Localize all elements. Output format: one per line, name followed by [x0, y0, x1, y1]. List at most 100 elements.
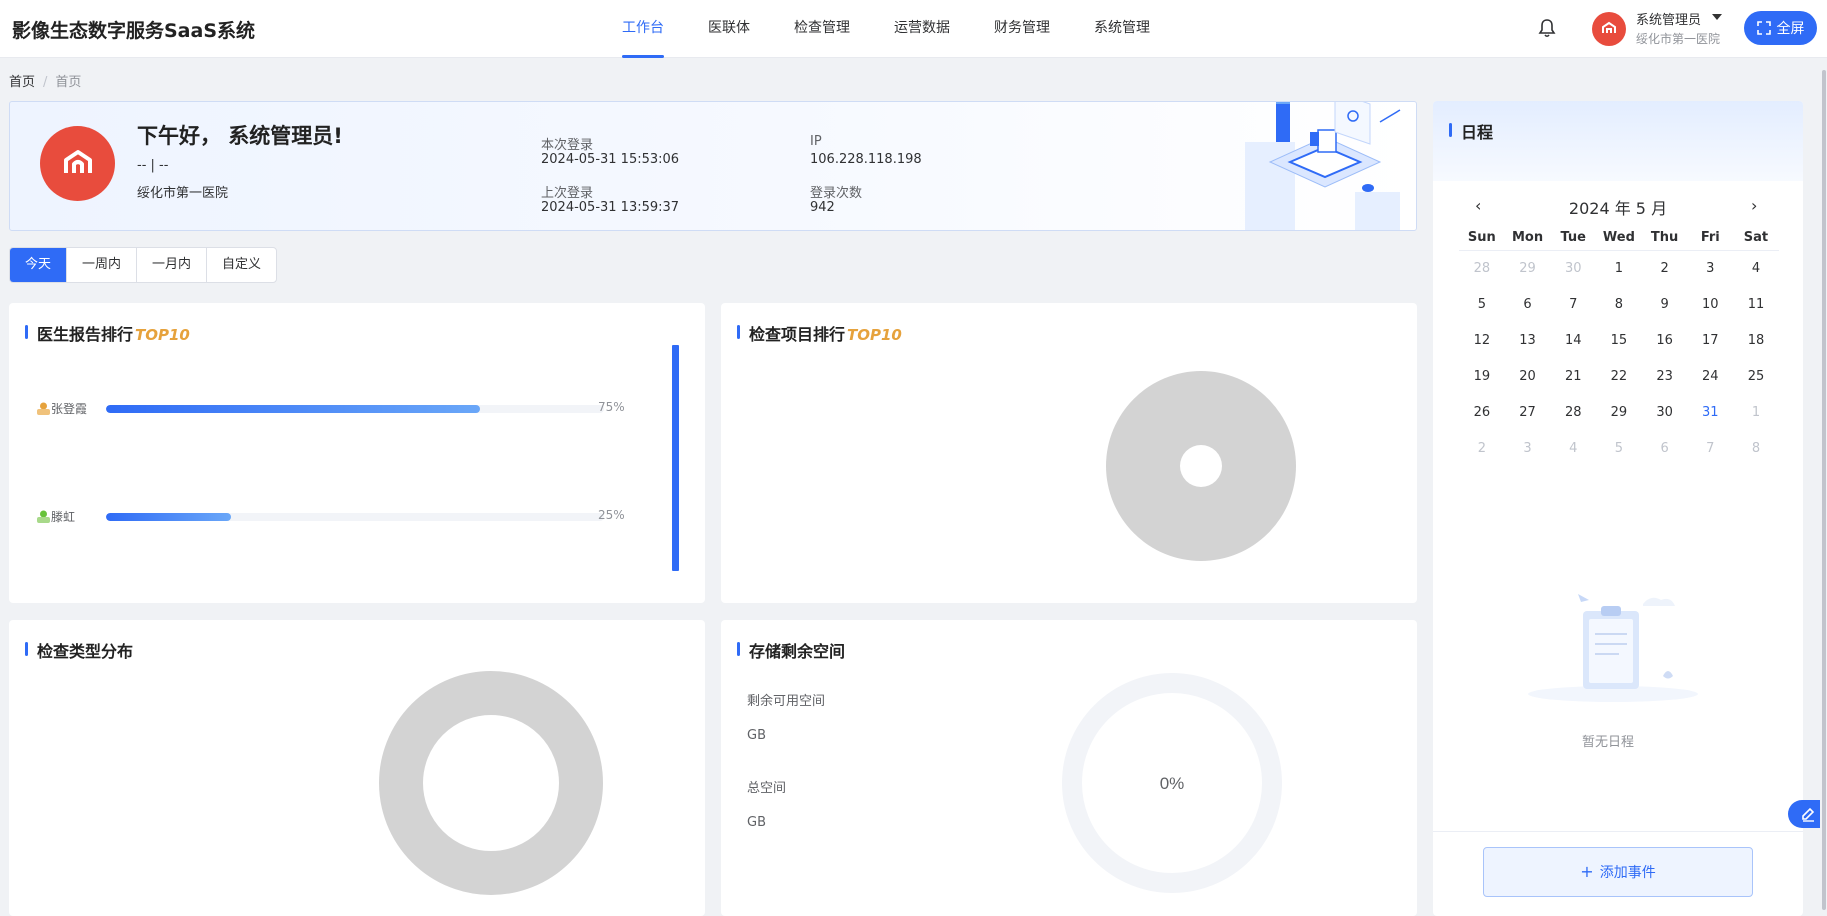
breadcrumb-root[interactable]: 首页 — [9, 75, 35, 90]
greeting: 下午好， 系统管理员! — [137, 124, 343, 148]
nav-item-finance[interactable]: 财务管理 — [972, 0, 1072, 58]
bell-icon[interactable] — [1536, 17, 1558, 39]
calendar-day[interactable]: 30 — [1550, 251, 1596, 287]
calendar-day[interactable]: 22 — [1596, 359, 1642, 395]
calendar-day[interactable]: 10 — [1687, 287, 1733, 323]
calendar-day[interactable]: 28 — [1550, 395, 1596, 431]
calendar-day[interactable]: 12 — [1459, 323, 1505, 359]
calendar-day[interactable]: 23 — [1642, 359, 1688, 395]
calendar-day[interactable]: 4 — [1733, 251, 1779, 287]
list-item[interactable]: 滕虹 25% — [36, 507, 625, 527]
calendar-day[interactable]: 24 — [1687, 359, 1733, 395]
hospital-logo — [40, 126, 115, 201]
calendar-day[interactable]: 6 — [1505, 287, 1551, 323]
tab-custom[interactable]: 自定义 — [207, 248, 276, 282]
calendar-day[interactable]: 2 — [1642, 251, 1688, 287]
doctor-icon — [37, 402, 50, 415]
weekday-label: Tue — [1560, 230, 1586, 245]
page-scrollbar[interactable] — [1822, 70, 1826, 910]
nav-item-workbench[interactable]: 工作台 — [600, 0, 686, 58]
calendar-day[interactable]: 26 — [1459, 395, 1505, 431]
storage-panel: 存储剩余空间 剩余可用空间 GB 总空间 GB 0% — [721, 620, 1417, 916]
doctor-name: 张登霞 — [51, 402, 88, 416]
calendar-day[interactable]: 4 — [1550, 431, 1596, 467]
calendar-day[interactable]: 1 — [1596, 251, 1642, 287]
calendar-week-row: 5 6 7 8 9 10 11 — [1459, 287, 1779, 323]
fullscreen-label: 全屏 — [1776, 21, 1805, 37]
percent-label: 75% — [598, 400, 625, 414]
calendar-day[interactable]: 8 — [1596, 287, 1642, 323]
this-login-label: 本次登录 — [541, 138, 594, 153]
calendar-day[interactable]: 19 — [1459, 359, 1505, 395]
calendar-week-row: 28 29 30 1 2 3 4 — [1459, 251, 1779, 287]
greeting-sub: -- | -- — [137, 158, 169, 173]
scrollbar[interactable] — [672, 345, 679, 571]
calendar-day[interactable]: 13 — [1505, 323, 1551, 359]
list-item[interactable]: 张登霞 75% — [36, 399, 625, 419]
nav-item-operations-data[interactable]: 运营数据 — [872, 0, 972, 58]
avatar[interactable] — [1592, 12, 1626, 46]
exam-rank-title: 检查项目排行 — [749, 325, 846, 344]
calendar-day[interactable]: 15 — [1596, 323, 1642, 359]
schedule-panel: 日程 ‹ 2024 年 5 月 › Sun Mon Tue Wed Thu Fr… — [1433, 101, 1803, 916]
calendar-day[interactable]: 28 — [1459, 251, 1505, 287]
doctor-rank-panel: 医生报告排行 TOP10 张登霞 75% 滕虹 25% — [9, 303, 705, 603]
top10-badge: TOP10 — [135, 326, 190, 344]
calendar-day[interactable]: 7 — [1687, 431, 1733, 467]
calendar-day[interactable]: 2 — [1459, 431, 1505, 467]
calendar-day[interactable]: 14 — [1550, 323, 1596, 359]
greeting-org: 绥化市第一医院 — [137, 186, 229, 201]
workbench-illustration — [1245, 102, 1401, 230]
nav-item-system[interactable]: 系统管理 — [1072, 0, 1172, 58]
calendar-day[interactable]: 6 — [1642, 431, 1688, 467]
calendar-day[interactable]: 3 — [1687, 251, 1733, 287]
calendar-day[interactable]: 3 — [1505, 431, 1551, 467]
nav-item-exam-management[interactable]: 检查管理 — [772, 0, 872, 58]
calendar-day[interactable]: 27 — [1505, 395, 1551, 431]
calendar-day[interactable]: 29 — [1596, 395, 1642, 431]
chevron-down-icon[interactable] — [1712, 14, 1722, 20]
nav-item-medical-alliance[interactable]: 医联体 — [686, 0, 772, 58]
empty-schedule-text: 暂无日程 — [1581, 735, 1634, 750]
calendar-day[interactable]: 16 — [1642, 323, 1688, 359]
panel-title: 检查项目排行 TOP10 — [737, 321, 902, 345]
date-range-tabs: 今天 一周内 一月内 自定义 — [9, 247, 278, 283]
calendar-day[interactable]: 5 — [1596, 431, 1642, 467]
calendar-day[interactable]: 18 — [1733, 323, 1779, 359]
tab-today[interactable]: 今天 — [10, 248, 68, 282]
calendar-day[interactable]: 17 — [1687, 323, 1733, 359]
doctor-name: 滕虹 — [51, 510, 76, 524]
storage-gauge: 0% — [1062, 673, 1282, 893]
add-event-button[interactable]: + 添加事件 — [1483, 847, 1753, 897]
next-month-button[interactable]: › — [1751, 196, 1757, 215]
calendar-day[interactable]: 5 — [1459, 287, 1505, 323]
exam-rank-empty-chart — [1106, 371, 1296, 561]
calendar-day[interactable]: 8 — [1733, 431, 1779, 467]
tab-month[interactable]: 一月内 — [137, 248, 208, 282]
calendar-day[interactable]: 30 — [1642, 395, 1688, 431]
calendar-day[interactable]: 29 — [1505, 251, 1551, 287]
progress-fill — [106, 405, 480, 413]
weekday-label: Mon — [1511, 230, 1544, 245]
breadcrumb: 首页 / 首页 — [9, 71, 81, 90]
panel-title: 医生报告排行 TOP10 — [25, 321, 190, 345]
calendar-day[interactable]: 21 — [1550, 359, 1596, 395]
tab-week[interactable]: 一周内 — [67, 248, 138, 282]
calendar-week-row: 12 13 14 15 16 17 18 — [1459, 323, 1779, 359]
calendar-day[interactable]: 7 — [1550, 287, 1596, 323]
calendar-day[interactable]: 9 — [1642, 287, 1688, 323]
calendar-day-today[interactable]: 31 — [1687, 395, 1733, 431]
user-name[interactable]: 系统管理员 — [1636, 9, 1701, 28]
calendar-day[interactable]: 11 — [1733, 287, 1779, 323]
exam-type-panel: 检查类型分布 — [9, 620, 705, 916]
fullscreen-button[interactable]: 全屏 — [1744, 11, 1817, 45]
schedule-title: 日程 — [1449, 119, 1493, 143]
calendar-day[interactable]: 25 — [1733, 359, 1779, 395]
this-login-value: 2024-05-31 15:53:06 — [541, 152, 680, 167]
plus-icon: + — [1580, 862, 1594, 881]
exam-rank-panel: 检查项目排行 TOP10 — [721, 303, 1417, 603]
divider — [1433, 831, 1803, 832]
calendar-day[interactable]: 1 — [1733, 395, 1779, 431]
login-count-value: 942 — [810, 200, 835, 215]
calendar-day[interactable]: 20 — [1505, 359, 1551, 395]
